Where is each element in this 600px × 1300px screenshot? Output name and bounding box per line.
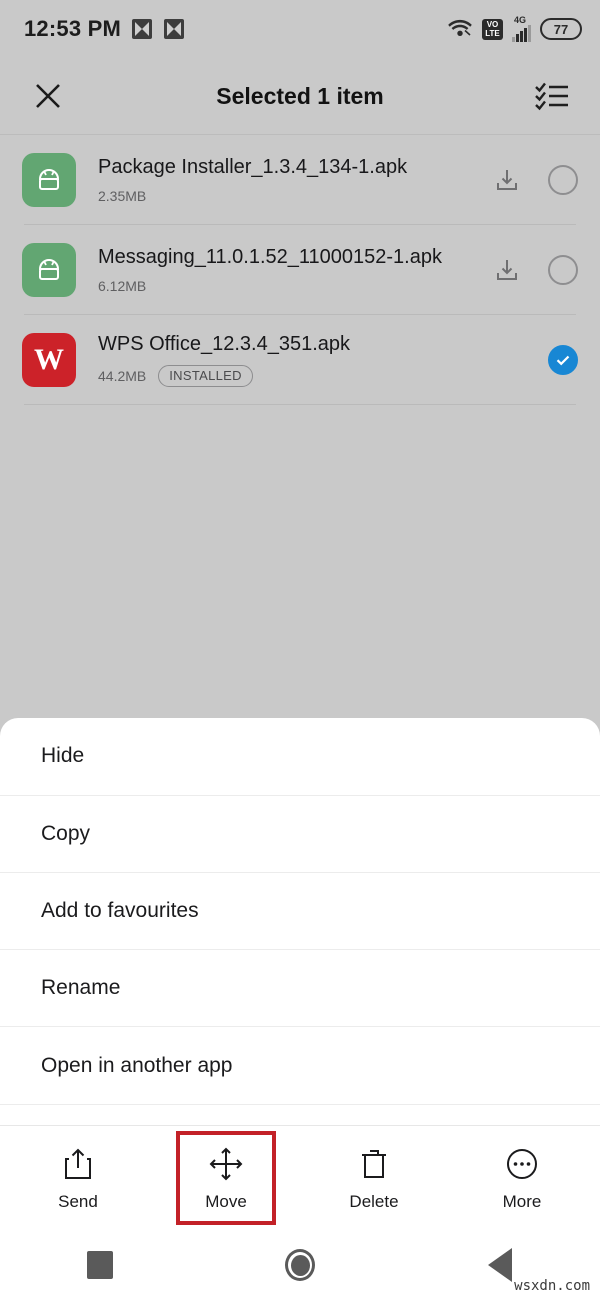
trash-icon: [359, 1144, 389, 1184]
row-checkbox[interactable]: [548, 165, 578, 195]
install-download-icon[interactable]: [492, 255, 522, 285]
row-actions: [492, 255, 578, 285]
row-actions: [548, 345, 578, 375]
status-bar-right: VO LTE 4G 77: [447, 15, 582, 42]
menu-item-hide[interactable]: Hide: [0, 718, 600, 796]
row-actions: [492, 165, 578, 195]
more-button[interactable]: More: [472, 1131, 572, 1225]
file-size: 6.12MB: [98, 278, 147, 294]
battery-level-label: 77: [553, 21, 569, 37]
volte-bottom-label: LTE: [485, 29, 500, 38]
status-badge: INSTALLED: [158, 365, 253, 387]
file-meta: 6.12MB: [98, 278, 478, 294]
move-label: Move: [205, 1192, 247, 1211]
phone-screen: 12:53 PM VO LTE 4G 77 Selected 1 item Pa…: [0, 0, 600, 1300]
wifi-icon: [447, 17, 473, 42]
select-all-checklist-icon[interactable]: [530, 74, 574, 118]
file-meta: 44.2MB INSTALLED: [98, 365, 534, 387]
share-upload-icon: [63, 1144, 93, 1184]
table-row[interactable]: Package Installer_1.3.4_134-1.apk 2.35MB: [0, 135, 600, 225]
menu-item-open-in-another-app[interactable]: Open in another app: [0, 1027, 600, 1105]
file-meta: 2.35MB: [98, 188, 478, 204]
action-bar: Send Move Delete More: [0, 1125, 600, 1230]
file-list: Package Installer_1.3.4_134-1.apk 2.35MB: [0, 135, 600, 405]
status-bar: 12:53 PM VO LTE 4G 77: [0, 0, 600, 58]
wps-logo-letter: W: [34, 343, 64, 376]
wps-office-icon: W: [22, 333, 76, 387]
file-info: Messaging_11.0.1.52_11000152-1.apk 6.12M…: [98, 246, 478, 294]
battery-icon: 77: [540, 18, 582, 40]
home-circle-icon: [285, 1249, 315, 1281]
file-size: 44.2MB: [98, 368, 147, 384]
close-icon[interactable]: [26, 74, 70, 118]
file-info: Package Installer_1.3.4_134-1.apk 2.35MB: [98, 156, 478, 204]
install-download-icon[interactable]: [492, 165, 522, 195]
watermark: wsxdn.com: [514, 1278, 590, 1294]
row-checkbox[interactable]: [548, 255, 578, 285]
android-apk-icon: [22, 243, 76, 297]
recents-square-icon: [87, 1251, 113, 1279]
app-notification-icon: [131, 18, 153, 40]
delete-label: Delete: [349, 1192, 399, 1211]
file-name: Messaging_11.0.1.52_11000152-1.apk: [98, 246, 442, 268]
status-bar-left: 12:53 PM: [24, 16, 185, 42]
volte-top-label: VO: [486, 20, 499, 29]
file-size: 2.35MB: [98, 188, 147, 204]
table-row[interactable]: W WPS Office_12.3.4_351.apk 44.2MB INSTA…: [0, 315, 600, 405]
bottom-sheet-menu: Hide Copy Add to favourites Rename Open …: [0, 718, 600, 1182]
move-arrows-icon: [209, 1144, 243, 1184]
move-button[interactable]: Move: [176, 1131, 276, 1225]
status-clock: 12:53 PM: [24, 16, 121, 41]
network-type-label: 4G: [514, 15, 527, 25]
more-dots-icon: [505, 1144, 539, 1184]
menu-item-add-to-favourites[interactable]: Add to favourites: [0, 873, 600, 951]
app-bar: Selected 1 item: [0, 58, 600, 135]
volte-icon: VO LTE: [482, 18, 503, 40]
home-button[interactable]: [200, 1249, 400, 1281]
app-notification-icon: [163, 18, 185, 40]
file-info: WPS Office_12.3.4_351.apk 44.2MB INSTALL…: [98, 333, 534, 387]
send-button[interactable]: Send: [28, 1131, 128, 1225]
menu-item-copy[interactable]: Copy: [0, 796, 600, 873]
back-button[interactable]: [400, 1248, 600, 1282]
android-nav-bar: wsxdn.com: [0, 1230, 600, 1300]
more-label: More: [502, 1192, 542, 1211]
back-triangle-icon: [488, 1248, 512, 1282]
delete-button[interactable]: Delete: [324, 1131, 424, 1225]
recents-button[interactable]: [0, 1251, 200, 1279]
menu-item-rename[interactable]: Rename: [0, 950, 600, 1028]
file-name: WPS Office_12.3.4_351.apk: [98, 333, 351, 355]
android-apk-icon: [22, 153, 76, 207]
signal-strength-icon: 4G: [512, 15, 531, 42]
table-row[interactable]: Messaging_11.0.1.52_11000152-1.apk 6.12M…: [0, 225, 600, 315]
send-label: Send: [58, 1192, 98, 1211]
file-name: Package Installer_1.3.4_134-1.apk: [98, 156, 408, 178]
page-title: Selected 1 item: [216, 82, 384, 109]
row-checkbox-selected[interactable]: [548, 345, 578, 375]
